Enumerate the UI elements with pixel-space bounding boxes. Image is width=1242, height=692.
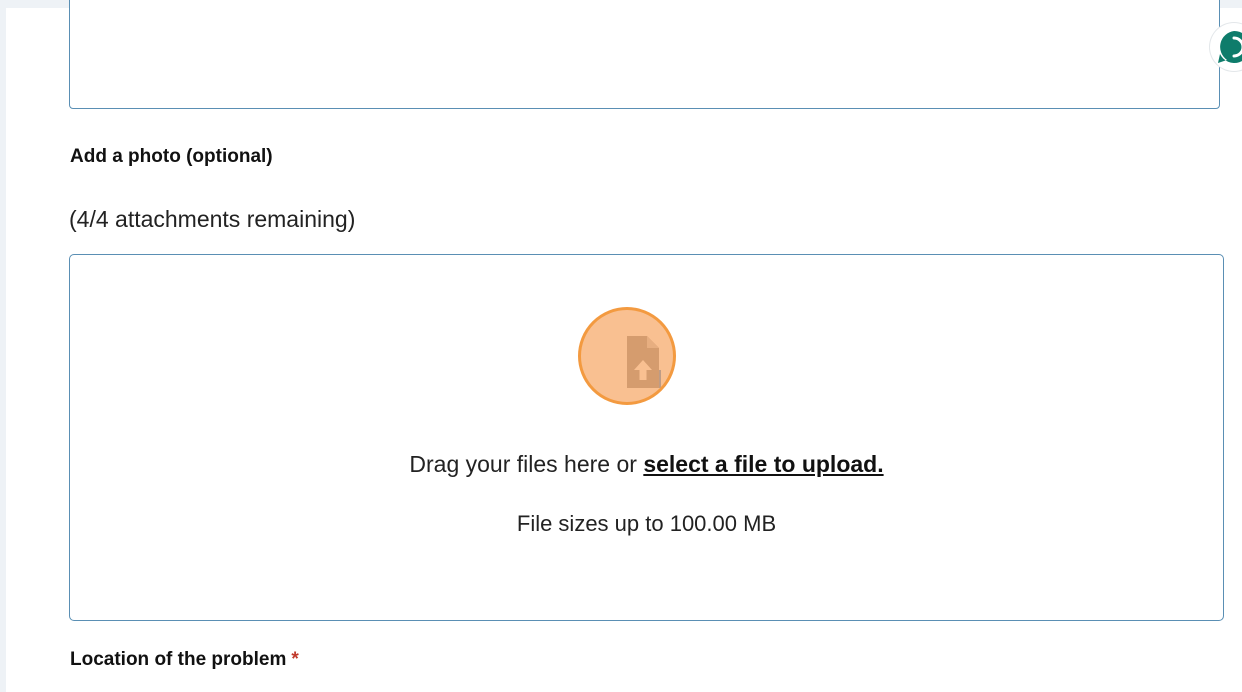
required-marker: * bbox=[291, 649, 299, 670]
drag-text: Drag your files here or bbox=[409, 451, 637, 477]
file-dropzone[interactable]: Drag your files here or select a file to… bbox=[69, 254, 1224, 621]
photo-label: Add a photo (optional) bbox=[70, 146, 273, 167]
description-textarea[interactable] bbox=[69, 0, 1242, 109]
location-label: Location of the problem * bbox=[70, 649, 299, 671]
select-file-link[interactable]: select a file to upload. bbox=[643, 451, 883, 477]
drop-instructions: Drag your files here or select a file to… bbox=[70, 451, 1223, 478]
form-page: Add a photo (optional) (4/4 attachments … bbox=[6, 0, 1242, 692]
chat-assistant-icon bbox=[1218, 30, 1242, 63]
click-indicator bbox=[578, 307, 676, 405]
location-label-text: Location of the problem bbox=[70, 649, 287, 670]
attachments-remaining: (4/4 attachments remaining) bbox=[69, 206, 356, 232]
file-size-limit: File sizes up to 100.00 MB bbox=[516, 511, 777, 536]
assistant-button[interactable] bbox=[1210, 23, 1242, 71]
